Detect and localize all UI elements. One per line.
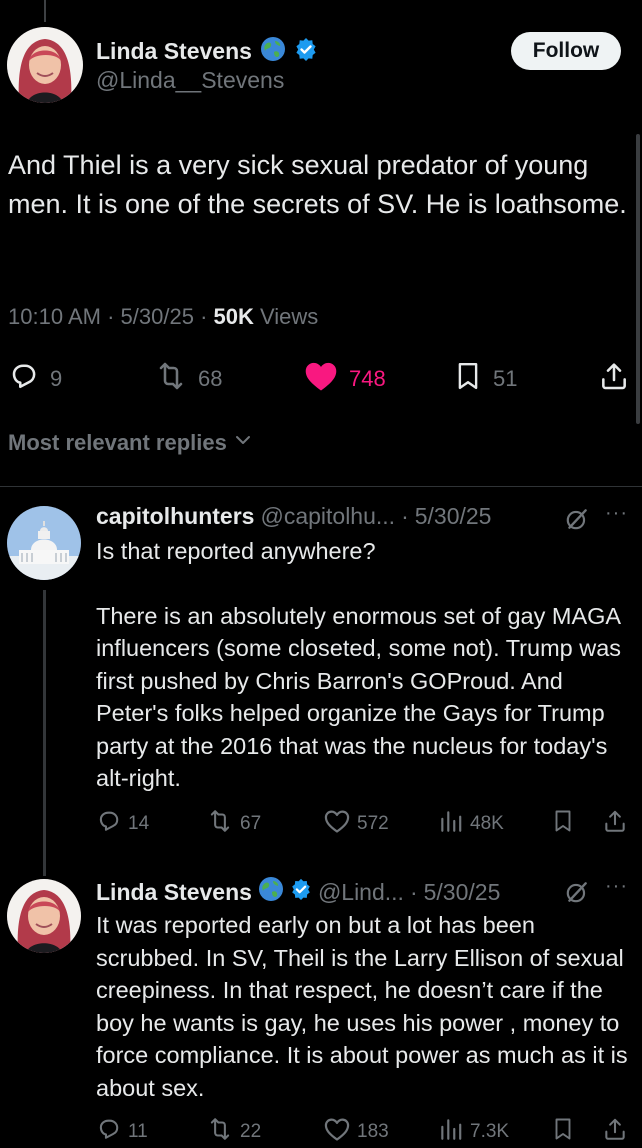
globe-icon [258,876,284,908]
reply-count: 11 [128,1121,148,1142]
scrollbar[interactable] [636,134,640,424]
like-count: 572 [357,813,389,834]
like-button[interactable]: 572 [323,808,389,840]
follow-button[interactable]: Follow [511,32,621,70]
reply-text: Is that reported anywhere? There is an a… [96,535,636,795]
grok-icon[interactable] [564,879,590,910]
author-handle[interactable]: @Linda__Stevens [96,67,284,94]
heart-filled-icon [303,360,339,398]
reply-author-handle[interactable]: @capitolhu... [260,503,395,530]
bookmark-button[interactable] [551,1116,575,1148]
like-count: 748 [349,366,386,391]
reply-icon [96,1116,122,1148]
share-button[interactable] [598,360,630,398]
repost-button[interactable]: 68 [154,360,222,398]
like-button[interactable]: 183 [323,1116,389,1148]
share-icon [602,808,628,840]
heart-icon [323,808,351,840]
share-button[interactable] [602,1116,628,1148]
globe-icon [260,36,286,67]
thread-connector [44,0,46,22]
views-count: 7.3K [470,1121,510,1142]
bookmark-icon [551,1116,575,1148]
reply-author-handle[interactable]: @Lind... [318,879,404,906]
repost-icon [206,1116,234,1148]
share-button[interactable] [602,808,628,840]
repost-icon [206,808,234,840]
reply-icon [8,360,40,398]
repost-icon [154,360,188,398]
reply-author-name[interactable]: capitolhunters [96,503,254,530]
reply-date[interactable]: 5/30/25 [415,503,492,530]
repost-button[interactable]: 22 [206,1116,261,1148]
reply-icon [96,808,122,840]
reply-paragraph: There is an absolutely enormous set of g… [96,602,622,792]
views-label: Views [260,304,319,329]
reply-header: capitolhunters @capitolhu... · 5/30/25 [96,503,492,530]
reply-paragraph: It was reported early on but a lot has b… [96,912,628,1101]
divider [0,486,642,487]
replies-sort-label: Most relevant replies [8,430,227,455]
reply-paragraph: Is that reported anywhere? [96,538,376,564]
tweet-time: 10:10 AM [8,304,101,329]
replies-sort-dropdown[interactable]: Most relevant replies [8,430,253,456]
like-button[interactable]: 748 [303,360,386,398]
reply-header: Linda Stevens @Lind... · 5/30/25 [96,876,500,908]
bookmark-button[interactable]: 51 [453,360,517,398]
views-count: 50K [213,304,254,329]
heart-icon [323,1116,351,1148]
chevron-down-icon [233,430,253,456]
reply-button[interactable]: 14 [96,808,149,840]
repost-count: 68 [198,366,223,391]
analytics-icon [438,1116,464,1148]
views-button[interactable]: 7.3K [438,1116,509,1148]
share-icon [602,1116,628,1148]
grok-icon[interactable] [564,506,590,537]
reply-button[interactable]: 11 [96,1116,148,1148]
views-button[interactable]: 48K [438,808,504,840]
tweet-date[interactable]: 5/30/25 [121,304,194,329]
reply-count: 9 [50,366,63,391]
avatar[interactable] [7,27,83,103]
repost-count: 67 [240,813,262,834]
tweet-text: And Thiel is a very sick sexual predator… [8,150,627,219]
more-options-icon[interactable]: ··· [605,502,628,525]
tweet-actions: 9 68 748 51 [0,360,642,396]
views-count: 48K [470,813,504,834]
repost-button[interactable]: 67 [206,808,261,840]
tweet-meta: 10:10 AM · 5/30/25 · 50K Views [8,304,319,329]
avatar[interactable] [7,879,81,953]
verified-badge-icon [290,878,312,906]
more-options-icon[interactable]: ··· [605,875,628,898]
verified-badge-icon [294,37,318,66]
analytics-icon [438,808,464,840]
bookmark-button[interactable] [551,808,575,840]
reply-count: 14 [128,813,150,834]
reply-date[interactable]: 5/30/25 [424,879,501,906]
bookmark-icon [453,360,483,398]
like-count: 183 [357,1121,389,1142]
reply-text: It was reported early on but a lot has b… [96,909,636,1104]
bookmark-icon [551,808,575,840]
avatar[interactable] [7,506,81,580]
author-name[interactable]: Linda Stevens [96,38,252,65]
reply-button[interactable]: 9 [8,360,62,398]
repost-count: 22 [240,1121,262,1142]
reply-author-name[interactable]: Linda Stevens [96,879,252,906]
reply-actions: 14 67 572 48K [0,808,642,838]
bookmark-count: 51 [493,366,518,391]
share-icon [598,360,630,398]
